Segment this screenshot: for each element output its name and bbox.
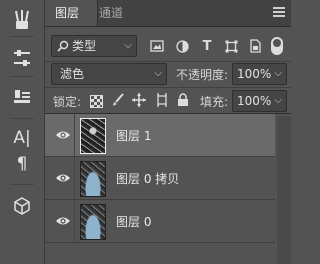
tab-channels[interactable]: 通道 (89, 0, 133, 26)
chevron-down-icon[interactable]: ⌵ (274, 64, 282, 84)
search-icon (57, 36, 69, 58)
blend-mode-select[interactable]: 滤色 ⌵ (51, 63, 167, 85)
layers-scrollbar[interactable] (277, 116, 291, 264)
tool-strip: A| ¶ (0, 0, 45, 264)
chevron-down-icon[interactable]: ⌵ (274, 91, 282, 111)
clone-source-icon[interactable] (8, 86, 36, 110)
chevron-down-icon: ⌵ (154, 68, 162, 79)
adjustments-sliders-icon[interactable] (8, 46, 36, 70)
panel-tab-bar: 图层 通道 (45, 0, 291, 27)
filter-shape-layer-icon[interactable] (224, 39, 238, 53)
lock-image-pixels-icon[interactable] (111, 93, 125, 110)
filter-smart-object-icon[interactable] (248, 39, 262, 53)
layer-name[interactable]: 图层 0 (116, 213, 151, 230)
layer-thumbnail (80, 161, 106, 197)
opacity-value: 100% (237, 67, 272, 81)
layer-name[interactable]: 图层 1 (116, 127, 151, 144)
lock-transparent-pixels-icon[interactable] (90, 95, 103, 108)
layer-row[interactable]: 图层 0 拷贝 (45, 157, 275, 200)
visibility-eye-icon[interactable] (55, 214, 71, 228)
3d-cube-icon[interactable] (8, 194, 36, 218)
fill-label: 填充: (200, 95, 229, 109)
layer-row[interactable]: 图层 1 (45, 114, 275, 157)
character-panel-icon[interactable]: A| (8, 126, 36, 150)
panel-menu-icon[interactable] (273, 5, 285, 19)
visibility-eye-icon[interactable] (55, 128, 71, 142)
chevron-down-icon: ⌵ (124, 40, 132, 51)
lock-artboard-icon[interactable] (155, 93, 169, 110)
lock-all-icon[interactable] (177, 93, 189, 110)
lock-label: 锁定: (53, 95, 82, 109)
filter-toggle-switch[interactable] (271, 37, 283, 55)
brush-presets-icon[interactable] (8, 8, 36, 32)
opacity-label: 不透明度: (176, 68, 229, 82)
layer-thumbnail (80, 204, 106, 240)
layer-filter-select[interactable]: 类型 ⌵ (51, 35, 137, 57)
layer-name[interactable]: 图层 0 拷贝 (116, 170, 179, 187)
fill-input[interactable]: 100% ⌵ (232, 90, 287, 112)
fill-value: 100% (237, 94, 272, 108)
paragraph-panel-icon[interactable]: ¶ (8, 152, 36, 176)
layer-thumbnail (80, 118, 106, 154)
opacity-input[interactable]: 100% ⌵ (232, 63, 287, 85)
lock-position-icon[interactable] (132, 93, 146, 110)
filter-pixel-layer-icon[interactable] (150, 39, 164, 53)
layer-row[interactable]: 图层 0 (45, 200, 275, 243)
layers-panel: 图层 通道 类型 ⌵ T 滤色 ⌵ 不透明度: 100% ⌵ 锁定: 填充: 1… (45, 0, 291, 264)
blend-mode-value: 滤色 (60, 67, 85, 81)
filter-kind-label: 类型 (72, 39, 97, 53)
filter-adjustment-layer-icon[interactable] (175, 39, 189, 53)
visibility-eye-icon[interactable] (55, 171, 71, 185)
filter-type-layer-icon[interactable]: T (200, 39, 214, 54)
